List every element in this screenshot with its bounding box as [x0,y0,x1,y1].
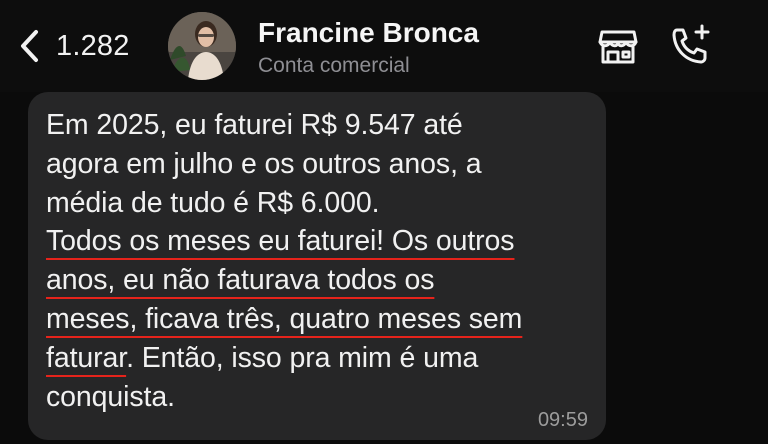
message-bubble[interactable]: Em 2025, eu faturei R$ 9.547 até agora e… [28,92,606,440]
chat-screen: { "header": { "back_count": "1.282", "co… [0,0,768,444]
message-text: Em 2025, eu faturei R$ 9.547 até agora e… [46,106,584,416]
underlined-text: Todos os meses eu faturei! Os outros [46,225,515,258]
underlined-text: anos, eu não faturava todos os [46,264,435,297]
catalog-button[interactable] [594,22,642,70]
message-line-underlined: Todos os meses eu faturei! Os outros [46,222,584,261]
contact-name: Francine Bronca [258,17,479,48]
chevron-left-icon [21,30,38,62]
profile-photo [168,12,236,80]
message-line: conquista. [46,380,175,413]
unread-count: 1.282 [56,29,130,62]
underlined-text: faturar [46,341,127,374]
message-line: agora em julho e os outros anos, a [46,147,482,180]
storefront-icon [598,30,638,64]
back-button[interactable]: 1.282 [16,24,130,68]
message-line-underlined: anos, eu não faturava todos os [46,261,584,300]
contact-subtitle: Conta comercial [258,54,410,77]
message-timestamp: 09:59 [537,409,588,431]
chat-header: 1.282 Francine Bronca Conta comercial [0,0,768,92]
message-text-fragment: . Então, isso pra mim é uma [126,341,479,374]
contact-info[interactable]: Francine Bronca Conta comercial [258,16,479,80]
message-line-underlined: meses, ficava três, quatro meses sem [46,300,584,339]
avatar[interactable] [168,12,236,80]
message-line: Em 2025, eu faturei R$ 9.547 até [46,109,463,141]
message-line: média de tudo é R$ 6.000. [46,186,380,219]
phone-add-icon [672,24,710,64]
call-button[interactable] [666,22,714,70]
underlined-text: meses, ficava três, quatro meses sem [46,302,523,335]
message-line: faturar. Então, isso pra mim é uma [46,339,584,378]
